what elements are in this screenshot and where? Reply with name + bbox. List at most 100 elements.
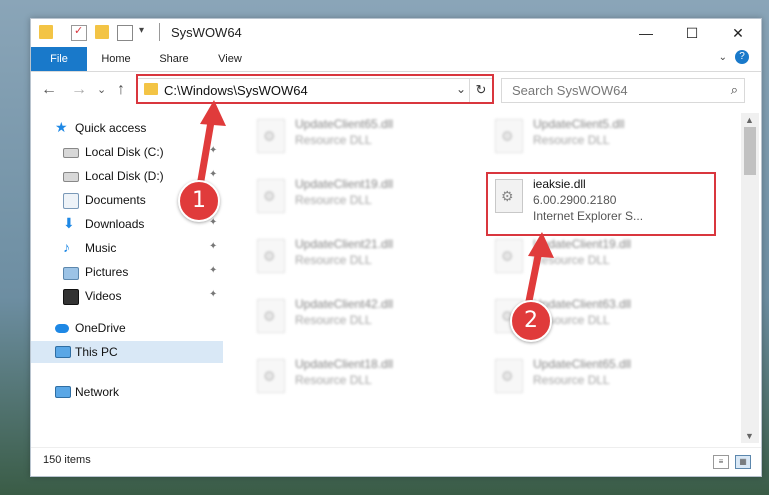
search-input[interactable]: Search SysWOW64 ⌕: [501, 78, 745, 103]
list-item[interactable]: UpdateClient5.dll Resource DLL: [481, 113, 711, 165]
large-icons-view-icon[interactable]: ▦: [735, 455, 751, 469]
downloads-icon: ⬇: [63, 215, 75, 231]
minimize-button[interactable]: —: [623, 19, 669, 47]
pin-icon[interactable]: ✦: [209, 169, 217, 180]
tab-share[interactable]: Share: [149, 47, 199, 71]
up-icon[interactable]: ↑: [117, 81, 125, 99]
maximize-button[interactable]: ☐: [669, 19, 715, 47]
details-view-icon[interactable]: ≡: [713, 455, 729, 469]
file-list: UpdateClient65.dll Resource DLL UpdateCl…: [223, 113, 741, 443]
sidebar-item-label: Pictures: [85, 265, 129, 279]
list-item[interactable]: UpdateClient21.dll Resource DLL: [243, 233, 473, 285]
network-icon: [55, 386, 71, 398]
sidebar-item-label: Downloads: [85, 217, 145, 231]
properties-icon[interactable]: ✓: [71, 25, 87, 41]
file-description: Resource DLL: [533, 133, 610, 147]
navigation-pane: ★ Quick access Local Disk (C:) ✦ Local D…: [31, 113, 223, 443]
sidebar-item-label: Local Disk (D:): [85, 169, 164, 183]
new-folder-icon[interactable]: [95, 25, 109, 39]
forward-icon[interactable]: →: [71, 81, 87, 99]
scroll-thumb[interactable]: [744, 127, 756, 175]
file-name: UpdateClient65.dll: [533, 357, 632, 371]
list-item[interactable]: UpdateClient65.dll Resource DLL: [481, 353, 711, 405]
title-divider: [159, 23, 160, 41]
list-item[interactable]: UpdateClient65.dll Resource DLL: [243, 113, 473, 165]
file-description: Resource DLL: [295, 133, 372, 147]
sidebar-item-network[interactable]: Network: [31, 381, 223, 403]
file-name: UpdateClient19.dll: [533, 237, 632, 251]
list-item[interactable]: UpdateClient18.dll Resource DLL: [243, 353, 473, 405]
annotation-marker-1: 1: [178, 180, 220, 222]
file-description: Resource DLL: [533, 373, 610, 387]
sidebar-item-this-pc[interactable]: This PC: [31, 341, 223, 363]
list-item[interactable]: UpdateClient19.dll Resource DLL: [243, 173, 473, 225]
ribbon-tabs: File Home Share View ⌄ ?: [31, 47, 761, 72]
back-icon[interactable]: ←: [41, 81, 57, 99]
music-icon: ♪: [63, 239, 70, 255]
star-icon: ★: [55, 119, 68, 135]
sidebar-item-label: Network: [75, 385, 120, 399]
file-name: UpdateClient5.dll: [533, 117, 625, 131]
sidebar-item-label: Quick access: [75, 121, 147, 135]
cloud-icon: [55, 324, 69, 333]
videos-icon: [63, 289, 79, 305]
file-name: UpdateClient18.dll: [295, 357, 394, 371]
sidebar-item-label: This PC: [75, 345, 118, 359]
list-item[interactable]: UpdateClient42.dll Resource DLL: [243, 293, 473, 345]
sidebar-item-pictures[interactable]: Pictures ✦: [31, 261, 223, 283]
dll-file-icon: [257, 179, 285, 213]
sidebar-item-label: Music: [85, 241, 117, 255]
ribbon-expand-icon[interactable]: ⌄: [719, 52, 727, 63]
tab-file[interactable]: File: [31, 47, 87, 71]
sidebar-item-quick-access[interactable]: ★ Quick access: [31, 117, 223, 139]
quick-access-dropdown-icon[interactable]: ▾: [139, 25, 144, 36]
file-description: Resource DLL: [533, 253, 610, 267]
recent-locations-icon[interactable]: ⌄: [97, 83, 106, 96]
sidebar-item-local-disk-c[interactable]: Local Disk (C:) ✦: [31, 141, 223, 163]
dll-file-icon: [495, 119, 523, 153]
sidebar-item-videos[interactable]: Videos ✦: [31, 285, 223, 307]
file-name: UpdateClient19.dll: [295, 177, 394, 191]
sidebar-item-label: Local Disk (C:): [85, 145, 164, 159]
file-description: Resource DLL: [295, 313, 372, 327]
dll-file-icon: [257, 359, 285, 393]
address-bar-highlight: [136, 74, 494, 104]
file-highlight: [486, 172, 716, 236]
pin-icon[interactable]: ✦: [209, 241, 217, 252]
window-title: SysWOW64: [171, 25, 242, 40]
pin-icon[interactable]: ✦: [209, 145, 217, 156]
dll-file-icon: [257, 239, 285, 273]
sidebar-item-music[interactable]: ♪ Music ✦: [31, 237, 223, 259]
close-button[interactable]: ✕: [715, 19, 761, 47]
dll-file-icon: [495, 359, 523, 393]
scroll-up-icon[interactable]: ▲: [745, 115, 754, 125]
status-bar: 150 items ≡ ▦: [31, 447, 761, 476]
file-name: UpdateClient65.dll: [295, 117, 394, 131]
pin-icon[interactable]: ✦: [209, 289, 217, 300]
scroll-down-icon[interactable]: ▼: [745, 431, 754, 441]
vertical-scrollbar[interactable]: ▲ ▼: [741, 113, 759, 443]
dll-file-icon: [495, 239, 523, 273]
sidebar-item-label: OneDrive: [75, 321, 126, 335]
pictures-icon: [63, 267, 79, 280]
title-bar: ✓ ▾ SysWOW64 — ☐ ✕: [31, 19, 761, 47]
search-placeholder: Search SysWOW64: [512, 83, 628, 98]
drive-icon: [63, 172, 79, 182]
drive-icon: [63, 148, 79, 158]
file-name: UpdateClient21.dll: [295, 237, 394, 251]
sidebar-item-onedrive[interactable]: OneDrive: [31, 317, 223, 339]
pin-icon[interactable]: ✦: [209, 265, 217, 276]
help-icon[interactable]: ?: [735, 50, 749, 64]
list-item[interactable]: UpdateClient19.dll Resource DLL: [481, 233, 711, 285]
file-description: Resource DLL: [295, 253, 372, 267]
dll-file-icon: [257, 299, 285, 333]
item-count: 150 items: [43, 454, 91, 466]
view-options-icon[interactable]: [117, 25, 133, 41]
search-icon[interactable]: ⌕: [731, 82, 738, 98]
tab-home[interactable]: Home: [91, 47, 141, 71]
documents-icon: [63, 193, 79, 209]
tab-view[interactable]: View: [205, 47, 255, 71]
sidebar-item-label: Videos: [85, 289, 122, 303]
annotation-marker-2: 2: [510, 300, 552, 342]
folder-icon[interactable]: [39, 25, 53, 39]
